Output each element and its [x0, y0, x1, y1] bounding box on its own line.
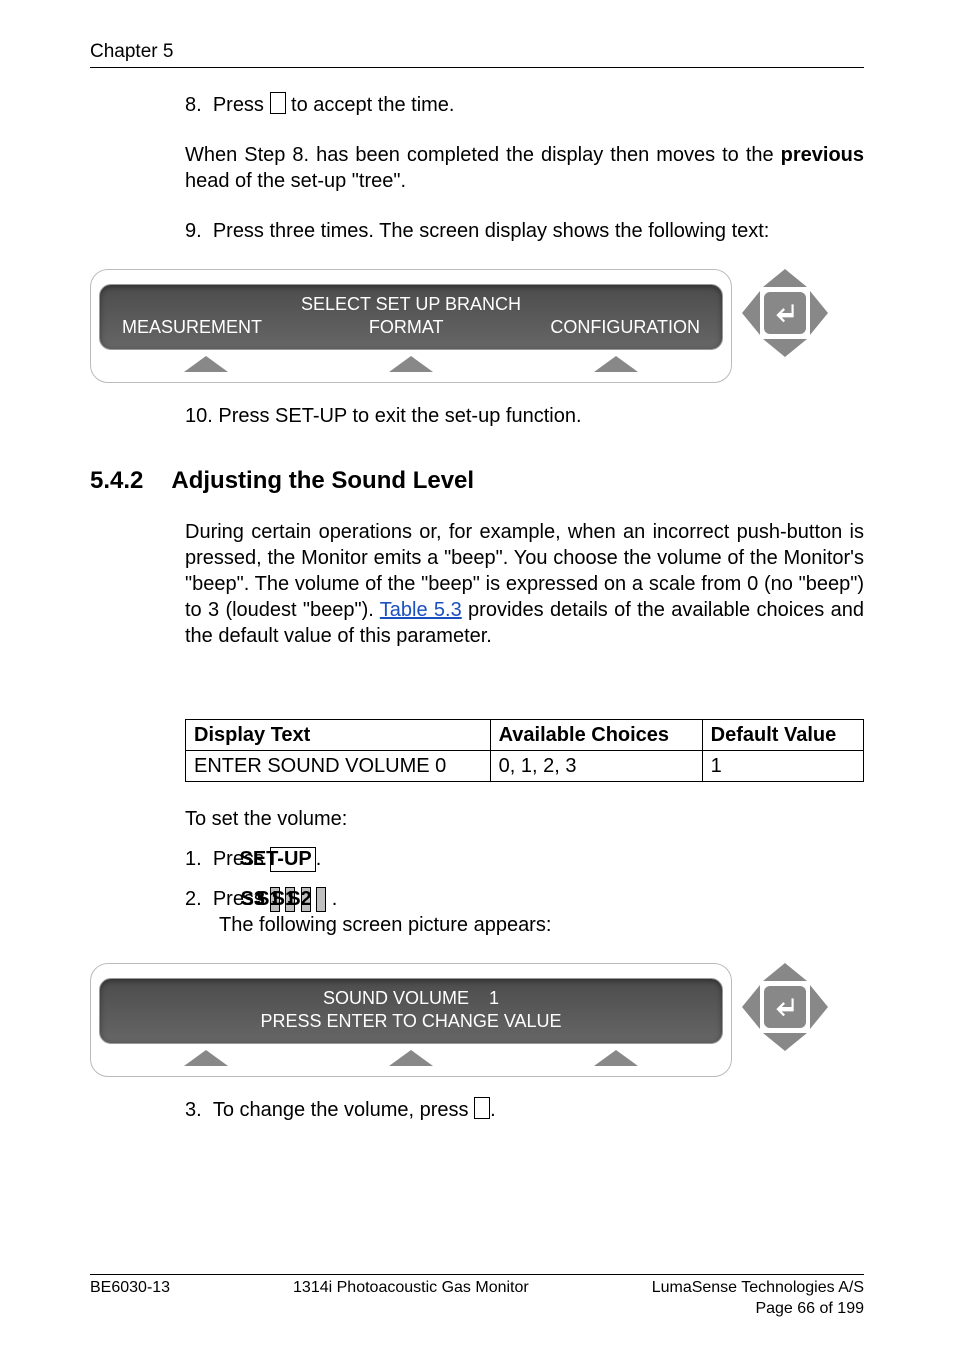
s2-key: S2	[316, 887, 326, 912]
lcd2-line2: PRESS ENTER TO CHANGE VALUE	[104, 1010, 718, 1033]
up-arrow-icon	[594, 356, 638, 372]
lcd-display-2: SOUND VOLUME 1 PRESS ENTER TO CHANGE VAL…	[90, 963, 864, 1078]
lcd-display-1: SELECT SET UP BRANCH MEASUREMENT FORMAT …	[90, 269, 864, 384]
param-table-wrap: Display Text Available Choices Default V…	[185, 719, 864, 782]
nav-enter-icon	[764, 986, 806, 1028]
vol-step1-num: 1.	[185, 848, 202, 870]
nav-right-icon	[810, 985, 828, 1029]
vol-step3-after: .	[490, 1099, 496, 1121]
up-arrow-icon	[184, 356, 228, 372]
setup-button-label: SET-UP	[270, 847, 316, 872]
td-default-value: 1	[702, 750, 863, 781]
lcd2-uptris	[91, 1050, 731, 1066]
page-footer: BE6030-13 1314i Photoacoustic Gas Monito…	[90, 1274, 864, 1320]
header-rule	[90, 67, 864, 68]
previous-bold: previous	[781, 144, 864, 166]
up-arrow-icon	[389, 356, 433, 372]
step-8: 8. Press to accept the time.	[185, 92, 864, 118]
td-display-text: ENTER SOUND VOLUME 0	[186, 750, 491, 781]
chapter-label: Chapter 5	[90, 40, 864, 65]
vol-step3-num: 3.	[185, 1099, 202, 1121]
nav-pad	[742, 269, 828, 357]
footer-right2: Page 66 of 199	[90, 1299, 864, 1320]
up-arrow-icon	[594, 1050, 638, 1066]
after-step-8-para: When Step 8. has been completed the disp…	[185, 142, 864, 194]
vol-step2-after: .	[326, 888, 337, 910]
footer-right1: LumaSense Technologies A/S	[652, 1278, 864, 1299]
lcd2-line1: SOUND VOLUME 1	[104, 987, 718, 1010]
step-9-num: 9.	[185, 220, 202, 242]
vol-step2-line2: The following screen picture appears:	[219, 914, 551, 936]
lcd1-cols: MEASUREMENT FORMAT CONFIGURATION	[104, 316, 718, 339]
th-default-value: Default Value	[702, 719, 863, 750]
footer-left: BE6030-13	[90, 1278, 170, 1299]
lcd-outer: SELECT SET UP BRANCH MEASUREMENT FORMAT …	[90, 269, 732, 384]
th-available-choices: Available Choices	[490, 719, 702, 750]
th-display-text: Display Text	[186, 719, 491, 750]
enter-key-glyph	[270, 92, 286, 114]
section-heading: 5.4.2 Adjusting the Sound Level	[90, 465, 864, 496]
step-9-text: Press three times. The screen display sh…	[213, 220, 770, 242]
nav-up-icon	[763, 963, 807, 981]
param-table: Display Text Available Choices Default V…	[185, 719, 864, 782]
up-arrow-icon	[184, 1050, 228, 1066]
step-8-num: 8.	[185, 94, 202, 116]
up-arrow-icon	[389, 1050, 433, 1066]
td-available-choices: 0, 1, 2, 3	[490, 750, 702, 781]
vol-step1-after: .	[316, 848, 322, 870]
section-title: Adjusting the Sound Level	[171, 465, 474, 496]
enter-key-glyph-2	[474, 1097, 490, 1119]
nav-down-icon	[763, 339, 807, 357]
table-5-3-link[interactable]: Table 5.3	[380, 599, 462, 621]
nav-left-icon	[742, 291, 760, 335]
step-8-before: Press	[213, 94, 270, 116]
lcd1-col-2: CONFIGURATION	[550, 316, 700, 339]
vol-step-1: 1. Press SET-UP.	[185, 846, 864, 872]
lcd1-col-1: FORMAT	[369, 316, 444, 339]
vol-step-3: 3. To change the volume, press .	[185, 1097, 864, 1123]
step-9: 9. Press three times. The screen display…	[185, 218, 864, 244]
step-10: 10. Press SET-UP to exit the set-up func…	[185, 403, 864, 429]
lcd1-uptris	[91, 356, 731, 372]
lcd-screen: SELECT SET UP BRANCH MEASUREMENT FORMAT …	[99, 284, 723, 351]
lcd1-col-0: MEASUREMENT	[122, 316, 262, 339]
nav-right-icon	[810, 291, 828, 335]
lcd1-line1: SELECT SET UP BRANCH	[104, 293, 718, 316]
step-8-after: to accept the time.	[286, 94, 455, 116]
nav-enter-icon	[764, 292, 806, 334]
nav-left-icon	[742, 985, 760, 1029]
lcd-screen-2: SOUND VOLUME 1 PRESS ENTER TO CHANGE VAL…	[99, 978, 723, 1045]
footer-center: 1314i Photoacoustic Gas Monitor	[293, 1278, 529, 1299]
nav-down-icon	[763, 1033, 807, 1051]
nav-up-icon	[763, 269, 807, 287]
vol-step2-num: 2.	[185, 888, 202, 910]
lcd-outer-2: SOUND VOLUME 1 PRESS ENTER TO CHANGE VAL…	[90, 963, 732, 1078]
to-set-volume: To set the volume:	[185, 806, 864, 832]
section-number: 5.4.2	[90, 465, 143, 496]
vol-step3-before: To change the volume, press	[213, 1099, 474, 1121]
nav-pad-2	[742, 963, 828, 1051]
section-para: During certain operations or, for exampl…	[185, 519, 864, 649]
footer-rule	[90, 1274, 864, 1275]
vol-step-2: 2. Press S3 S1 S1 S2 . The following scr…	[185, 886, 864, 938]
